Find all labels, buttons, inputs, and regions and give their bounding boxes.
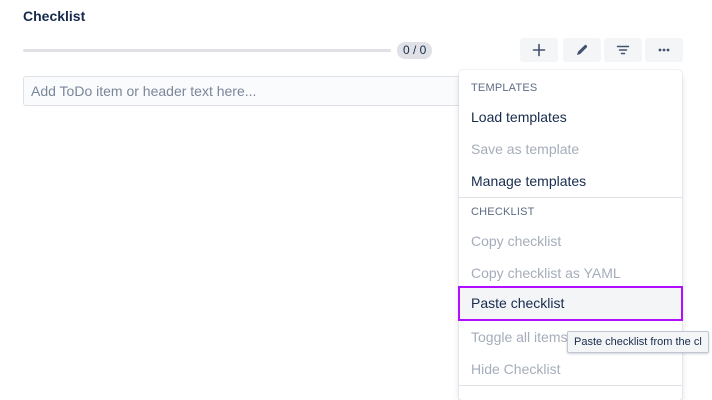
menu-section-templates: TEMPLATES bbox=[471, 82, 538, 94]
menu-divider bbox=[459, 385, 682, 386]
progress-bar bbox=[23, 49, 391, 52]
menu-divider bbox=[459, 197, 682, 198]
filter-button[interactable] bbox=[604, 38, 642, 62]
edit-button[interactable] bbox=[563, 38, 601, 62]
paste-checklist-tooltip: Paste checklist from the cl bbox=[567, 331, 709, 353]
plus-icon bbox=[532, 43, 546, 57]
menu-item-copy-checklist-yaml[interactable]: Copy checklist as YAML bbox=[459, 257, 682, 289]
more-horizontal-icon bbox=[657, 43, 671, 57]
checklist-title: Checklist bbox=[23, 8, 86, 24]
menu-item-manage-templates[interactable]: Manage templates bbox=[459, 165, 682, 197]
more-actions-button[interactable] bbox=[645, 38, 683, 62]
filter-icon bbox=[616, 43, 630, 57]
menu-item-hide-checklist[interactable]: Hide Checklist bbox=[459, 353, 682, 385]
progress-count-badge: 0 / 0 bbox=[397, 42, 433, 59]
menu-section-checklist: CHECKLIST bbox=[471, 206, 535, 218]
menu-item-paste-checklist[interactable]: Paste checklist bbox=[458, 286, 683, 321]
menu-item-copy-checklist[interactable]: Copy checklist bbox=[459, 225, 682, 257]
menu-item-save-as-template[interactable]: Save as template bbox=[459, 133, 682, 165]
pencil-icon bbox=[575, 43, 589, 57]
add-item-button[interactable] bbox=[520, 38, 558, 62]
add-todo-input[interactable] bbox=[23, 76, 473, 106]
menu-item-load-templates[interactable]: Load templates bbox=[459, 101, 682, 133]
